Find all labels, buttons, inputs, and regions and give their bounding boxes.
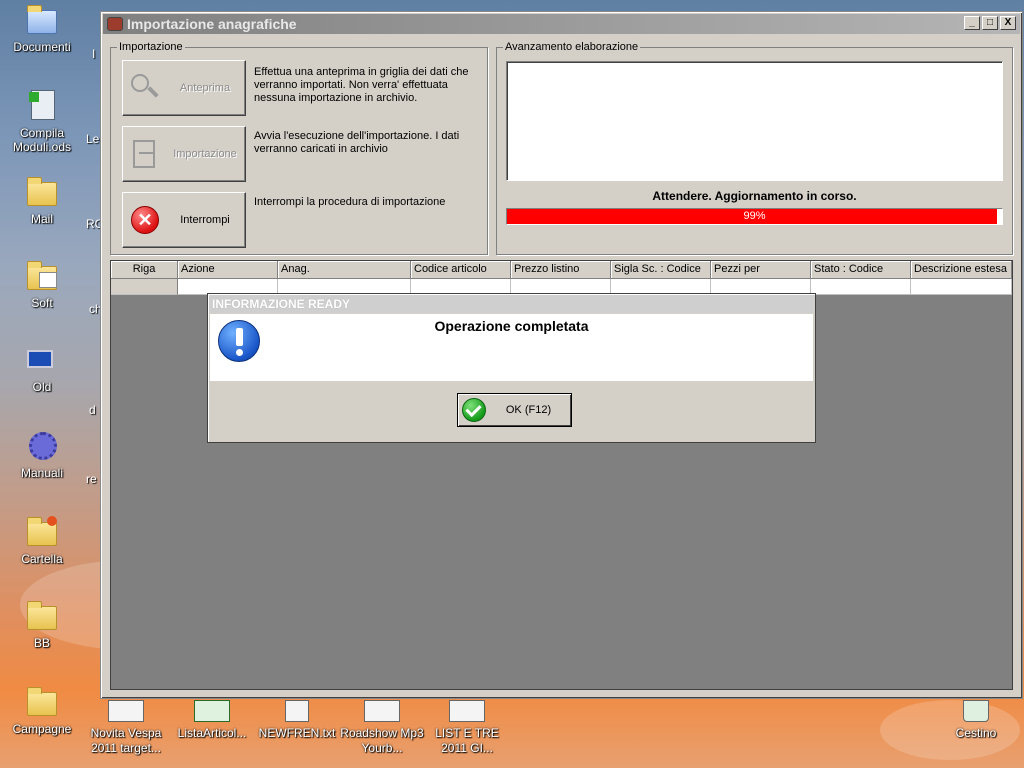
grid-column-header[interactable]: Stato : Codice [811, 261, 911, 279]
desktop-icon-old[interactable]: Old [0, 344, 84, 394]
desktop-icon-documenti[interactable]: Documenti [0, 4, 84, 54]
desktop-icon-mail[interactable]: Mail [0, 176, 84, 226]
desktop-partial-label: I [92, 47, 96, 61]
dialog-message: Operazione completata [434, 318, 589, 334]
document-icon [449, 700, 485, 722]
window-titlebar[interactable]: Importazione anagrafiche _ □ X [103, 14, 1020, 34]
dialog-body: Operazione completata [210, 314, 813, 381]
desktop-icon-list-e-tre[interactable]: LIST E TRE 2011 GI... [423, 700, 511, 756]
desktop-icon-bb[interactable]: BB [0, 600, 84, 650]
desktop-icon-label: Cartella [21, 552, 63, 566]
desktop-icon-label: BB [33, 636, 50, 650]
desktop-icon-manuali[interactable]: Manuali [0, 430, 84, 480]
interrupt-button[interactable]: ✕ Interrompi [122, 192, 246, 248]
desktop-icon-compila-moduli[interactable]: Compila Moduli.ods [0, 90, 84, 154]
folder-icon [25, 176, 59, 208]
desktop-icon-label: LIST E TRE 2011 GI... [435, 726, 499, 755]
preview-button-label: Anteprima [179, 82, 231, 94]
folder-apps-icon [25, 260, 59, 292]
folder-icon [25, 686, 59, 718]
desktop-icon-label: Roadshow Mp3 Yourb... [340, 726, 424, 755]
grid-cell[interactable] [111, 279, 178, 295]
app-icon [107, 17, 123, 31]
import-button[interactable]: Importazione [122, 126, 246, 182]
interrupt-description: Interrompi la procedura di importazione [254, 196, 446, 208]
grid-column-header[interactable]: Anag. [278, 261, 411, 279]
desktop-icon-soft[interactable]: Soft [0, 260, 84, 310]
import-groupbox: Importazione Anteprima Effettua una ante… [110, 41, 488, 255]
progress-bar: 99% [506, 208, 1003, 225]
progress-group-legend: Avanzamento elaborazione [503, 41, 641, 53]
progress-percent: 99% [743, 210, 766, 222]
spreadsheet-shortcut-icon [25, 90, 59, 122]
minimize-button[interactable]: _ [964, 16, 980, 30]
import-button-label: Importazione [173, 148, 237, 160]
desktop-icon-label: Documenti [13, 40, 71, 54]
ok-button-label: OK (F12) [505, 404, 552, 416]
grid-column-header[interactable]: Codice articolo [411, 261, 511, 279]
desktop-icon-label: NEWFREN.txt [258, 726, 336, 740]
preview-button[interactable]: Anteprima [122, 60, 246, 116]
progress-groupbox: Avanzamento elaborazione Attendere. Aggi… [496, 41, 1013, 255]
desktop-icon-label: Campagne [12, 722, 72, 736]
interrupt-button-label: Interrompi [180, 214, 230, 226]
folder-icon [25, 4, 59, 36]
grid-cell[interactable] [811, 279, 911, 295]
grid-header: Riga Azione Anag. Codice articolo Prezzo… [111, 261, 1012, 279]
desktop-icon-label: Novita Vespa 2011 target... [90, 726, 162, 755]
desktop-partial-label: d [89, 403, 96, 417]
dialog-title[interactable]: INFORMAZIONE READY [209, 295, 814, 313]
desktop-icon-campagne[interactable]: Campagne [0, 686, 84, 736]
desktop-icon-label: Soft [31, 296, 53, 310]
progress-status-text: Attendere. Aggiornamento in corso. [652, 189, 857, 203]
recycle-bin-icon [963, 700, 989, 722]
desktop-icon-roadshow[interactable]: Roadshow Mp3 Yourb... [338, 700, 426, 756]
magnifier-icon [129, 72, 161, 104]
grid-cell[interactable] [911, 279, 1012, 295]
info-dialog: INFORMAZIONE READY Operazione completata… [207, 293, 816, 443]
desktop-icon-label: ListaArticol... [177, 726, 247, 740]
desktop-partial-label: Le [86, 132, 100, 146]
document-icon [364, 700, 400, 722]
desktop-icon-listaarticoli[interactable]: ListaArticol... [168, 700, 256, 741]
text-file-icon [285, 700, 309, 722]
import-description: Avvia l'esecuzione dell'importazione. I … [254, 130, 460, 155]
grid-column-header[interactable]: Prezzo listino [511, 261, 611, 279]
grid-column-header[interactable]: Azione [178, 261, 278, 279]
desktop-icon-novita-vespa[interactable]: Novita Vespa 2011 target... [82, 700, 170, 756]
window-title: Importazione anagrafiche [127, 16, 297, 32]
desktop-icon-label: Mail [30, 212, 53, 226]
desktop-icon-label: Compila Moduli.ods [12, 126, 72, 154]
desktop-partial-label: re [86, 472, 97, 486]
preview-description: Effettua una anteprima in griglia dei da… [254, 66, 469, 104]
maximize-button[interactable]: □ [982, 16, 998, 30]
grid-column-header[interactable]: Sigla Sc. : Codice [611, 261, 711, 279]
desktop-icon-label: Cestino [955, 726, 997, 740]
checkmark-icon [462, 398, 486, 422]
desktop-icon-label: Manuali [20, 466, 64, 480]
ok-button[interactable]: OK (F12) [457, 393, 572, 427]
document-import-icon [129, 138, 161, 170]
log-output-box[interactable] [506, 61, 1003, 181]
import-group-legend: Importazione [117, 41, 185, 53]
folder-star-icon [25, 516, 59, 548]
gear-icon [25, 430, 59, 462]
grid-column-header[interactable]: Descrizione estesa [911, 261, 1012, 279]
monitor-icon [25, 344, 59, 376]
desktop-icon-cartella[interactable]: Cartella [0, 516, 84, 566]
grid-column-header[interactable]: Pezzi per [711, 261, 811, 279]
close-button[interactable]: X [1000, 16, 1016, 30]
spreadsheet-icon [194, 700, 230, 722]
stop-icon: ✕ [129, 204, 161, 236]
grid-column-header[interactable]: Riga [111, 261, 178, 279]
document-icon [108, 700, 144, 722]
folder-icon [25, 600, 59, 632]
desktop-icon-newfren[interactable]: NEWFREN.txt [253, 700, 341, 741]
desktop-icon-label: Old [32, 380, 52, 394]
desktop-icon-cestino[interactable]: Cestino [932, 700, 1020, 741]
